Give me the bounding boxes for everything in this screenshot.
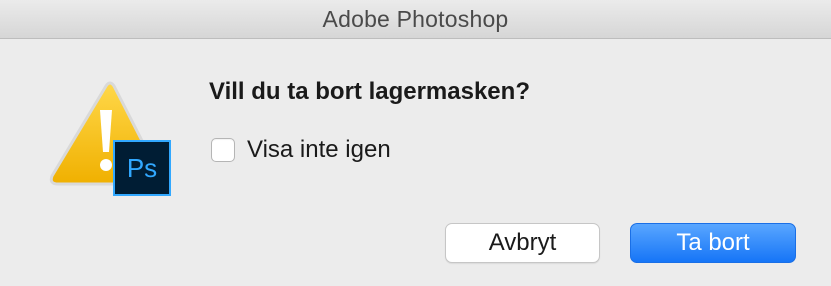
warning-icon: Ps	[48, 80, 178, 196]
suppress-option[interactable]: Visa inte igen	[211, 136, 391, 164]
window-title: Adobe Photoshop	[322, 5, 509, 32]
title-bar[interactable]: Adobe Photoshop	[0, 0, 831, 39]
message-text: Vill du ta bort lagermasken?	[209, 78, 530, 105]
photoshop-badge-text: Ps	[126, 152, 158, 183]
suppress-label[interactable]: Visa inte igen	[247, 136, 391, 164]
cancel-button[interactable]: Avbryt	[445, 223, 600, 263]
alert-dialog: Adobe Photoshop Ps Vill du ta bort lager…	[0, 0, 831, 286]
suppress-checkbox[interactable]	[211, 138, 235, 162]
photoshop-badge-icon: Ps	[113, 140, 171, 196]
delete-button[interactable]: Ta bort	[630, 223, 796, 263]
